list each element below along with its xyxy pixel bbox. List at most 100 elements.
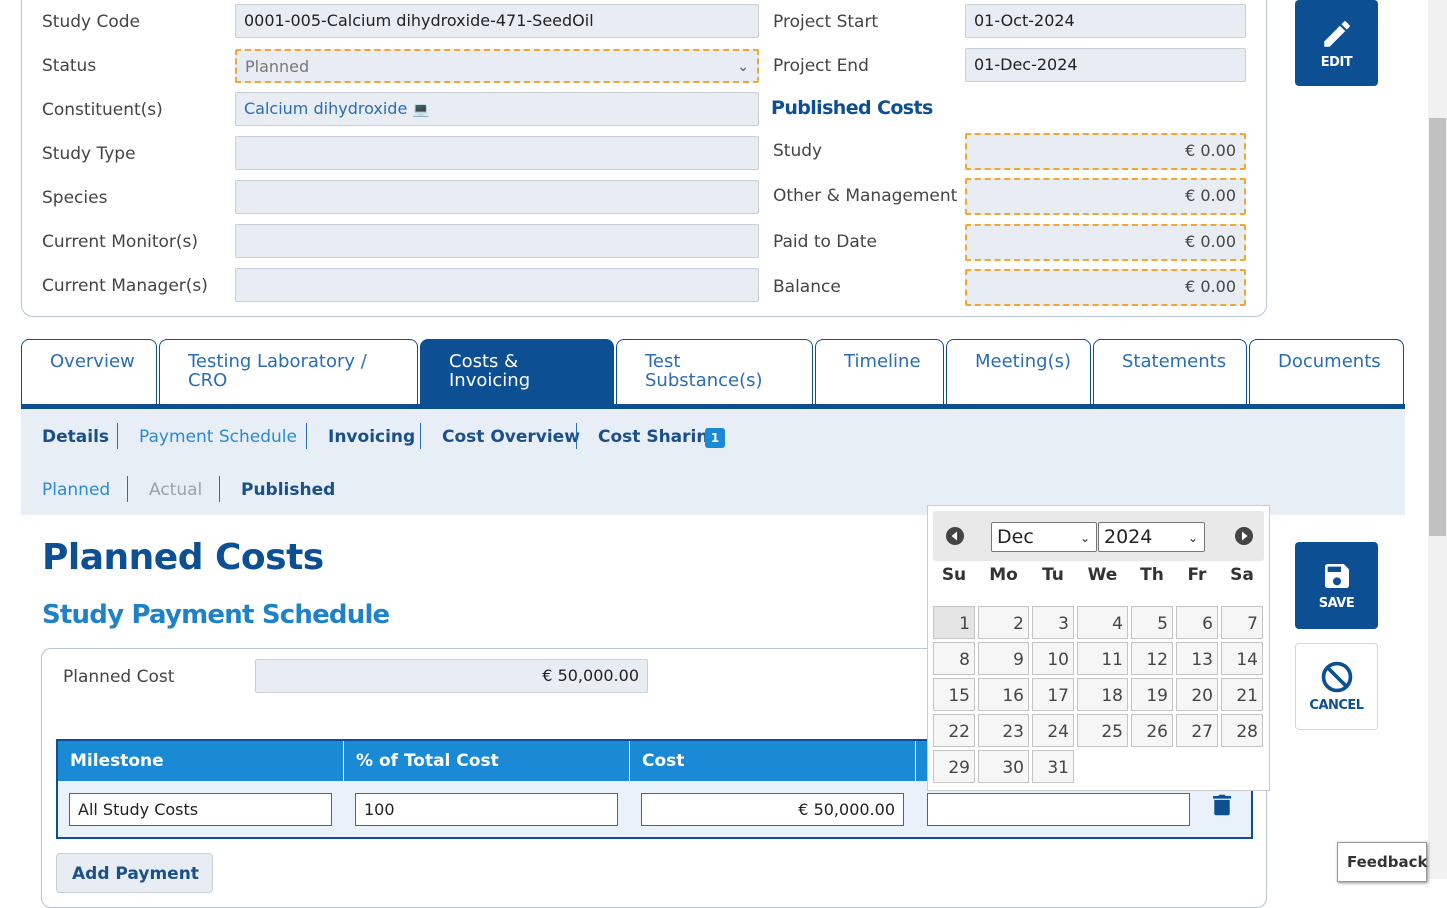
tab-timeline[interactable]: Timeline [815, 339, 944, 405]
calendar-day[interactable]: 18 [1077, 678, 1128, 711]
calendar-day[interactable]: 20 [1176, 678, 1218, 711]
calendar-day[interactable]: 3 [1032, 606, 1074, 639]
current-managers-field[interactable] [235, 268, 759, 302]
calendar-day[interactable]: 5 [1131, 606, 1173, 639]
calendar-day[interactable]: 12 [1131, 642, 1173, 675]
calendar-day[interactable]: 17 [1032, 678, 1074, 711]
subnav-planned[interactable]: Planned [42, 480, 110, 500]
percent-input[interactable]: 100 [355, 793, 618, 826]
prev-month-icon[interactable] [946, 527, 964, 545]
constituents-field[interactable]: Calcium dihydroxide 💻 [235, 92, 759, 126]
status-label: Status [42, 56, 97, 76]
calendar-day[interactable]: 1 [933, 606, 975, 639]
edit-button-label: EDIT [1320, 54, 1353, 70]
status-value: Planned [245, 57, 310, 76]
weekday-header: Th [1140, 565, 1164, 585]
save-button[interactable]: SAVE [1295, 542, 1378, 629]
feedback-button[interactable]: Feedback [1337, 842, 1427, 882]
calendar-day[interactable]: 27 [1176, 714, 1218, 747]
calendar-day[interactable]: 9 [978, 642, 1029, 675]
other-management-field[interactable]: € 0.00 [965, 178, 1246, 215]
subnav-invoicing[interactable]: Invoicing [328, 427, 415, 447]
subnav-payment-schedule[interactable]: Payment Schedule [139, 427, 297, 447]
calendar-day[interactable]: 16 [978, 678, 1029, 711]
calendar-day[interactable]: 28 [1221, 714, 1263, 747]
calendar-day[interactable]: 29 [933, 750, 975, 783]
weekday-header: Tu [1042, 565, 1064, 585]
cost-input[interactable]: € 50,000.00 [641, 793, 904, 826]
calendar-day[interactable]: 4 [1077, 606, 1128, 639]
laptop-icon[interactable]: 💻 [412, 102, 429, 118]
subnav-details[interactable]: Details [42, 427, 109, 447]
column-header-percent: % of Total Cost [344, 741, 630, 781]
tab-costs-invoicing[interactable]: Costs & Invoicing [420, 339, 614, 405]
study-cost-label: Study [773, 141, 823, 161]
calendar-day[interactable]: 19 [1131, 678, 1173, 711]
tab-overview[interactable]: Overview [21, 339, 157, 405]
species-label: Species [42, 188, 108, 208]
tab-meetings[interactable]: Meeting(s) [946, 339, 1091, 405]
subnav-cost-sharing[interactable]: Cost Sharing [598, 427, 721, 447]
calendar-day[interactable]: 31 [1032, 750, 1074, 783]
calendar-day[interactable]: 14 [1221, 642, 1263, 675]
save-button-label: SAVE [1318, 596, 1355, 611]
datepicker-header: Dec ⌄ 2024 ⌄ [933, 511, 1264, 561]
study-type-field[interactable] [235, 136, 759, 170]
scrollbar-thumb[interactable] [1429, 118, 1446, 536]
status-select[interactable]: Planned ⌄ [235, 49, 759, 83]
project-start-field[interactable]: 01-Oct-2024 [965, 4, 1246, 38]
milestone-input[interactable]: All Study Costs [69, 793, 332, 826]
balance-label: Balance [773, 277, 841, 297]
edit-button[interactable]: EDIT [1295, 0, 1378, 86]
weekday-header: We [1087, 565, 1118, 585]
subnav-published[interactable]: Published [241, 480, 335, 500]
calendar-day[interactable]: 30 [978, 750, 1029, 783]
project-end-label: Project End [773, 56, 869, 76]
calendar-day[interactable]: 26 [1131, 714, 1173, 747]
calendar-day[interactable]: 6 [1176, 606, 1218, 639]
tab-test-substances[interactable]: Test Substance(s) [616, 339, 813, 405]
tab-statements[interactable]: Statements [1093, 339, 1247, 405]
subnav-actual[interactable]: Actual [149, 480, 202, 500]
subnav-cost-overview[interactable]: Cost Overview [442, 427, 580, 447]
calendar-day[interactable]: 25 [1077, 714, 1128, 747]
other-management-label: Other & Management [773, 186, 958, 206]
tab-documents[interactable]: Documents [1249, 339, 1404, 405]
planned-cost-label: Planned Cost [63, 667, 175, 687]
project-end-field[interactable]: 01-Dec-2024 [965, 48, 1246, 82]
tab-label: Timeline [844, 351, 921, 372]
calendar-day[interactable]: 13 [1176, 642, 1218, 675]
trash-icon[interactable] [1213, 794, 1231, 816]
study-code-field[interactable]: 0001-005-Calcium dihydroxide-471-SeedOil [235, 4, 759, 38]
calendar-day[interactable]: 24 [1032, 714, 1074, 747]
cancel-button[interactable]: CANCEL [1295, 643, 1378, 730]
calendar-day[interactable]: 21 [1221, 678, 1263, 711]
date-input[interactable] [927, 793, 1190, 826]
next-month-icon[interactable] [1235, 527, 1253, 545]
month-select[interactable]: Dec ⌄ [991, 522, 1097, 552]
page-title: Planned Costs [42, 537, 324, 578]
calendar-day[interactable]: 23 [978, 714, 1029, 747]
study-type-label: Study Type [42, 144, 136, 164]
prev-arrow-icon [951, 531, 957, 541]
add-payment-button[interactable]: Add Payment [56, 853, 213, 893]
column-header-cost: Cost [630, 741, 916, 781]
calendar-day[interactable]: 2 [978, 606, 1029, 639]
constituent-link[interactable]: Calcium dihydroxide [244, 99, 407, 118]
calendar-day[interactable]: 15 [933, 678, 975, 711]
year-select[interactable]: 2024 ⌄ [1098, 522, 1205, 552]
current-monitors-field[interactable] [235, 224, 759, 258]
calendar-day[interactable]: 10 [1032, 642, 1074, 675]
paid-to-date-field[interactable]: € 0.00 [965, 224, 1246, 261]
calendar-day[interactable]: 22 [933, 714, 975, 747]
calendar-day[interactable]: 8 [933, 642, 975, 675]
species-field[interactable] [235, 180, 759, 214]
cost-sharing-badge: 1 [705, 428, 725, 448]
planned-cost-field[interactable]: € 50,000.00 [255, 659, 648, 693]
study-cost-field[interactable]: € 0.00 [965, 133, 1246, 170]
calendar-day[interactable]: 11 [1077, 642, 1128, 675]
balance-field[interactable]: € 0.00 [965, 269, 1246, 306]
tab-label: Meeting(s) [975, 351, 1071, 372]
tab-testing-laboratory[interactable]: Testing Laboratory / CRO [159, 339, 418, 405]
calendar-day[interactable]: 7 [1221, 606, 1263, 639]
